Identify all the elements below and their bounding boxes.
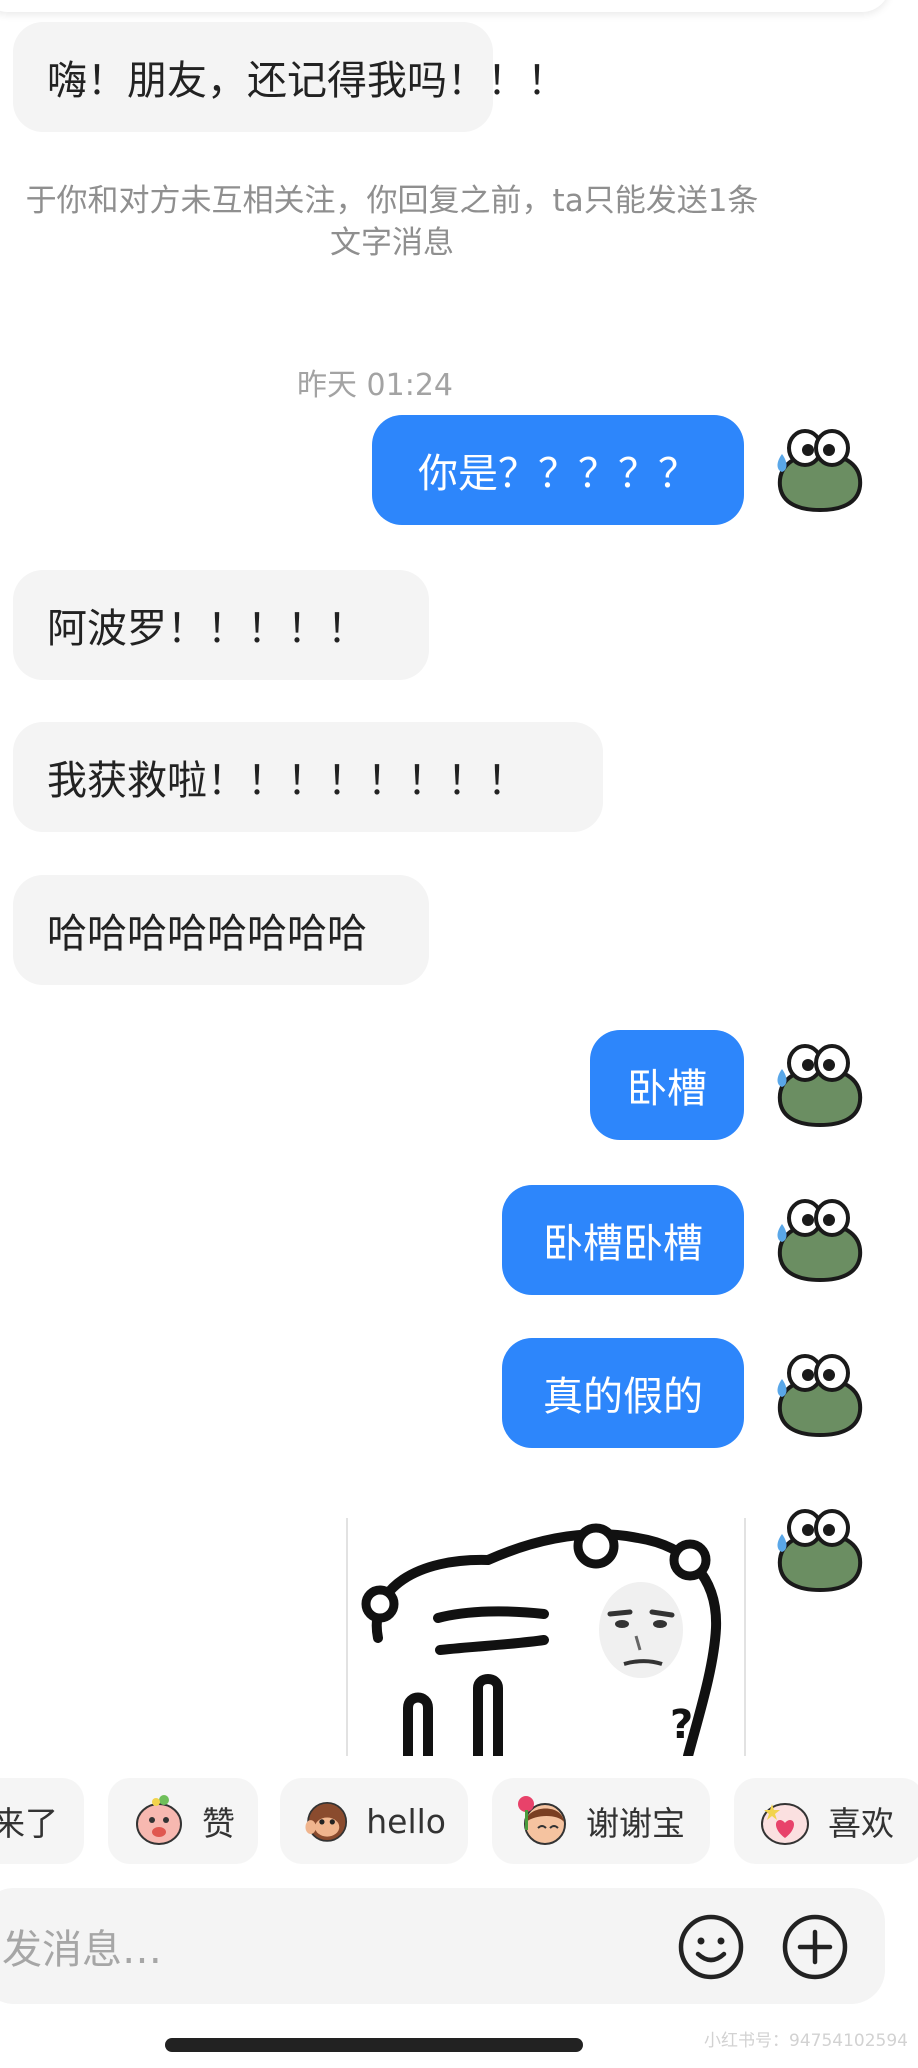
message-input[interactable]: 发消息…: [2, 1888, 602, 2004]
message-timestamp: 昨天 01:24: [297, 368, 453, 403]
quick-reply-label: 喜欢: [828, 1804, 894, 1843]
frog-avatar-icon[interactable]: [772, 1198, 868, 1282]
notice-line: 文字消息: [330, 225, 454, 261]
message-bubble-incoming[interactable]: 嗨！朋友，还记得我吗！！！: [13, 22, 567, 132]
quick-reply-chip[interactable]: 赞: [108, 1778, 258, 1864]
home-indicator[interactable]: [165, 2038, 583, 2052]
message-bubble-outgoing[interactable]: 卧槽: [590, 1030, 744, 1140]
quick-reply-label: 赞: [202, 1804, 235, 1843]
quick-reply-chip[interactable]: 谢谢宝: [492, 1778, 710, 1864]
message-text: 卧槽: [627, 1066, 707, 1112]
notice-line: 于你和对方未互相关注，你回复之前，ta只能发送1条: [25, 183, 759, 219]
message-text: 阿波罗！！！！！: [47, 606, 367, 652]
message-bubble-incoming[interactable]: 我获救啦！！！！！！！！: [13, 722, 603, 832]
frog-avatar-icon[interactable]: [772, 1043, 868, 1127]
message-text: 你是？？？？？: [418, 451, 698, 497]
quick-reply-chip[interactable]: 喜欢: [734, 1778, 918, 1864]
message-input-bar: 发消息…: [0, 1888, 885, 2004]
monkey-wave-emoji-icon: [305, 1801, 348, 1842]
message-bubble-outgoing[interactable]: 真的假的: [502, 1338, 744, 1448]
emoji-smiley-icon[interactable]: [676, 1912, 746, 1982]
watermark-text: 小红书号：94754102594: [704, 2031, 908, 2051]
message-text: 我获救啦！！！！！！！！: [47, 758, 527, 804]
frog-avatar-icon[interactable]: [772, 428, 868, 512]
heart-face-emoji-icon: [761, 1803, 809, 1845]
message-bubble-incoming[interactable]: 哈哈哈哈哈哈哈哈: [13, 875, 429, 985]
quick-reply-chip[interactable]: hello: [280, 1778, 468, 1864]
follow-notice: 于你和对方未互相关注，你回复之前，ta只能发送1条 文字消息: [0, 180, 812, 264]
top-sheet-edge: [0, 0, 890, 12]
quick-reply-label: 来了: [0, 1804, 58, 1843]
bear-meme-sticker[interactable]: ?: [346, 1518, 746, 1756]
message-text: 真的假的: [543, 1374, 703, 1420]
quick-reply-bar: 来了 赞 hello 谢谢宝 喜欢: [0, 1770, 918, 1866]
message-text: 哈哈哈哈哈哈哈哈: [47, 911, 367, 957]
quick-reply-label: 谢谢宝: [586, 1804, 685, 1843]
message-bubble-outgoing[interactable]: 卧槽卧槽: [502, 1185, 744, 1295]
thumbs-up-face-emoji-icon: [136, 1795, 182, 1845]
flower-girl-emoji-icon: [518, 1796, 566, 1845]
quick-reply-label: hello: [366, 1801, 446, 1841]
message-input-placeholder: 发消息…: [2, 1927, 162, 1973]
plus-circle-icon[interactable]: [780, 1912, 850, 1982]
frog-avatar-icon[interactable]: [772, 1508, 868, 1592]
quick-reply-chip[interactable]: 来了: [0, 1778, 84, 1864]
sticker-question-mark: ?: [670, 1702, 693, 1748]
bear-meme-icon: ?: [361, 1523, 722, 1756]
message-text: 嗨！朋友，还记得我吗！！！: [47, 58, 567, 104]
message-text: 卧槽卧槽: [543, 1221, 703, 1267]
frog-avatar-icon[interactable]: [772, 1353, 868, 1437]
message-bubble-incoming[interactable]: 阿波罗！！！！！: [13, 570, 429, 680]
message-bubble-outgoing[interactable]: 你是？？？？？: [372, 415, 744, 525]
